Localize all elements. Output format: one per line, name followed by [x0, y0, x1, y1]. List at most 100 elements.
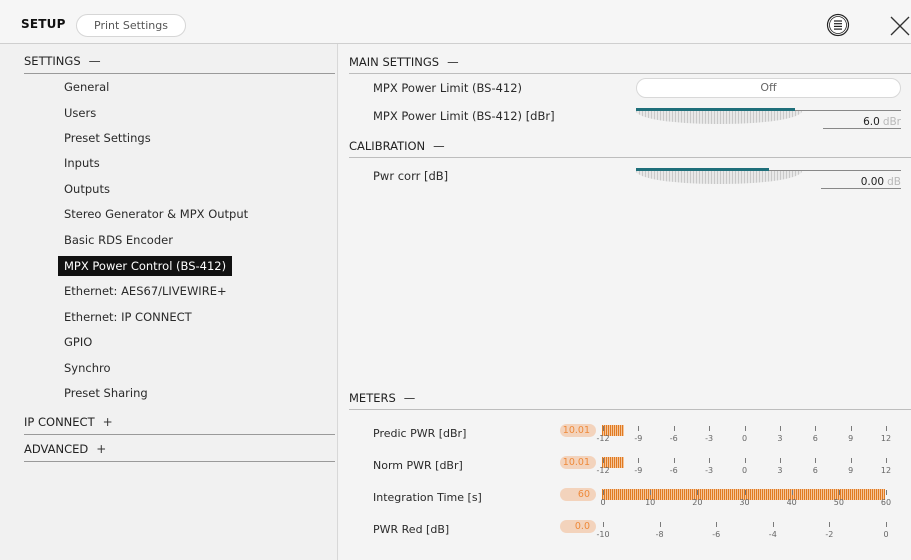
meter-scale: -12 -9 -6 -3 0 3 6 9 12: [596, 458, 892, 476]
scale-tick-label: 50: [833, 498, 844, 507]
scale-tick: [772, 522, 774, 527]
scale-tick-label: -3: [705, 434, 714, 443]
collapse-toggle[interactable]: —: [447, 55, 459, 69]
meter-label: Norm PWR [dBr]: [373, 459, 463, 472]
ip-connect-section-header[interactable]: IP CONNECT +: [24, 413, 335, 435]
slider-value[interactable]: 6.0 dBr: [823, 116, 901, 129]
scale-tick-label: 60: [880, 498, 892, 507]
sidebar-item-general[interactable]: General: [64, 77, 109, 97]
slider-knurl[interactable]: [636, 171, 802, 184]
scale-tick: [850, 426, 852, 431]
scale-tick: [838, 490, 840, 495]
value-number: 0.00: [860, 176, 885, 188]
mpx-limit-dbr-slider[interactable]: 6.0 dBr: [636, 108, 901, 130]
meters-label: METERS: [349, 391, 396, 405]
scale-tick-label: 0: [741, 434, 748, 443]
scale-tick: [603, 490, 604, 495]
calibration-label: CALIBRATION: [349, 139, 426, 153]
scale-tick-label: 3: [777, 434, 783, 443]
meter-scale: -12 -9 -6 -3 0 3 6 9 12: [596, 426, 892, 444]
scale-tick: [716, 522, 718, 527]
mpx-limit-toggle[interactable]: Off: [636, 78, 901, 98]
scale-tick-label: -3: [705, 466, 714, 475]
collapse-toggle[interactable]: —: [404, 391, 416, 405]
calibration-header[interactable]: CALIBRATION —: [349, 138, 911, 158]
scale-tick: [886, 458, 887, 463]
sidebar-item-ethernet-aes67[interactable]: Ethernet: AES67/LIVEWIRE+: [64, 281, 227, 301]
scale-tick-label: -4: [768, 530, 777, 539]
pwr-corr-slider[interactable]: 0.00 dB: [636, 168, 901, 190]
meter-scale: -10 -8 -6 -4 -2 0: [596, 522, 889, 540]
scale-tick-label: 0: [600, 498, 606, 507]
mpx-limit-label: MPX Power Limit (BS-412): [373, 81, 523, 95]
scale-tick-label: -9: [634, 434, 643, 443]
sidebar: SETTINGS — General Users Preset Settings …: [0, 44, 338, 560]
collapse-toggle[interactable]: —: [433, 139, 445, 153]
close-icon[interactable]: [889, 15, 911, 39]
scale-tick: [886, 426, 887, 431]
list-circle-icon[interactable]: [826, 13, 850, 37]
scale-tick: [829, 522, 831, 527]
scale-tick-label: 12: [880, 434, 892, 443]
scale-tick: [744, 490, 746, 495]
scale-tick: [673, 458, 675, 463]
scale-tick: [659, 522, 661, 527]
sidebar-item-basic-rds[interactable]: Basic RDS Encoder: [64, 230, 173, 250]
scale-tick: [779, 426, 781, 431]
scale-tick: [709, 426, 711, 431]
scale-tick-label: -6: [669, 434, 678, 443]
slider-knurl[interactable]: [636, 111, 802, 124]
expand-toggle[interactable]: +: [96, 442, 106, 456]
sidebar-item-users[interactable]: Users: [64, 103, 96, 123]
scale-tick-label: -6: [669, 466, 678, 475]
value-unit: dB: [887, 176, 901, 188]
scale-tick: [815, 458, 817, 463]
settings-label: SETTINGS: [24, 54, 81, 68]
scale-tick-label: 9: [848, 434, 854, 443]
sidebar-item-outputs[interactable]: Outputs: [64, 179, 110, 199]
scale-tick-label: 12: [880, 466, 892, 475]
scale-tick: [779, 458, 781, 463]
scale-tick: [886, 522, 887, 527]
scale-tick: [709, 458, 711, 463]
slider-value[interactable]: 0.00 dB: [820, 176, 901, 189]
meter-value-badge: 10.01: [560, 424, 596, 437]
meter-label: PWR Red [dB]: [373, 523, 450, 536]
sidebar-item-gpio[interactable]: GPIO: [64, 332, 92, 352]
scale-tick-label: 30: [739, 498, 750, 507]
sidebar-item-mpx-power-control[interactable]: MPX Power Control (BS-412): [58, 256, 233, 276]
scale-tick: [638, 426, 640, 431]
ip-connect-label: IP CONNECT: [24, 415, 95, 429]
meter-value-badge: 60: [560, 488, 596, 501]
collapse-toggle[interactable]: —: [89, 54, 101, 68]
sidebar-item-stereo-generator[interactable]: Stereo Generator & MPX Output: [64, 204, 248, 224]
main-settings-header[interactable]: MAIN SETTINGS —: [349, 54, 911, 74]
advanced-label: ADVANCED: [24, 442, 89, 456]
scale-tick: [815, 426, 817, 431]
scale-tick: [744, 458, 746, 463]
pwr-corr-label: Pwr corr [dB]: [373, 169, 449, 183]
main-settings-label: MAIN SETTINGS: [349, 55, 440, 69]
scale-tick-label: 6: [812, 466, 818, 475]
expand-toggle[interactable]: +: [103, 415, 113, 429]
sidebar-item-preset-sharing[interactable]: Preset Sharing: [64, 383, 148, 403]
scale-tick-label: 0: [741, 466, 748, 475]
settings-section-header[interactable]: SETTINGS —: [24, 52, 335, 74]
scale-tick: [603, 426, 604, 431]
sidebar-item-preset-settings[interactable]: Preset Settings: [64, 128, 151, 148]
sidebar-item-ethernet-ip-connect[interactable]: Ethernet: IP CONNECT: [64, 307, 192, 327]
print-settings-tab[interactable]: Print Settings: [76, 14, 186, 37]
scale-tick: [650, 490, 652, 495]
meters-header[interactable]: METERS —: [349, 390, 911, 410]
scale-tick-label: -6: [712, 530, 721, 539]
advanced-section-header[interactable]: ADVANCED +: [24, 440, 335, 462]
meter-label: Integration Time [s]: [373, 491, 482, 504]
scale-tick-label: -8: [655, 530, 664, 539]
scale-tick-label: -12: [596, 434, 610, 443]
scale-tick-label: -10: [596, 530, 610, 539]
sidebar-item-inputs[interactable]: Inputs: [64, 153, 100, 173]
scale-tick-label: -9: [634, 466, 643, 475]
scale-tick: [673, 426, 675, 431]
scale-tick: [603, 522, 604, 527]
sidebar-item-synchro[interactable]: Synchro: [64, 358, 111, 378]
